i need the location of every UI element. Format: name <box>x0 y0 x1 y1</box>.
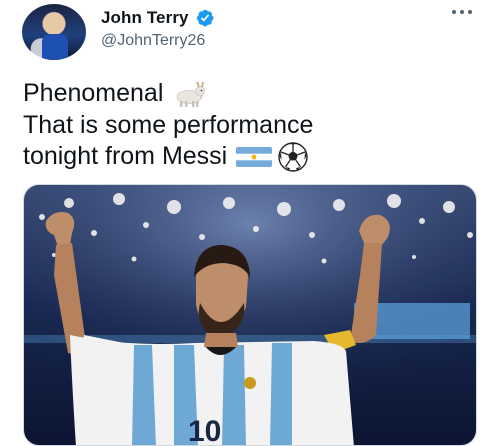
goat-emoji <box>176 81 206 107</box>
soccer-ball-emoji <box>278 142 308 172</box>
argentina-flag-emoji <box>236 147 273 167</box>
more-icon[interactable] <box>452 10 472 14</box>
handle[interactable]: @JohnTerry26 <box>101 32 205 50</box>
avatar-shirt <box>42 34 68 60</box>
tweet-line-2-text: That is some performance <box>23 110 314 139</box>
tweet-line-3-text: tonight from Messi <box>23 142 228 171</box>
avatar[interactable] <box>22 4 86 60</box>
tweet-line-2: That is some performance <box>23 110 313 142</box>
tweet-line-3: tonight from Messi <box>23 141 313 173</box>
author-name-row[interactable]: John Terry <box>101 8 215 28</box>
tweet-photo[interactable]: 10 <box>23 184 477 446</box>
verified-badge-icon <box>196 9 214 27</box>
tweet-text: Phenomenal That is some performance toni… <box>23 78 313 173</box>
display-name[interactable]: John Terry <box>101 8 189 28</box>
photo-canvas: 10 <box>24 185 476 445</box>
tweet-line-1-text: Phenomenal <box>23 79 164 107</box>
tweet-line-1: Phenomenal <box>23 78 313 110</box>
